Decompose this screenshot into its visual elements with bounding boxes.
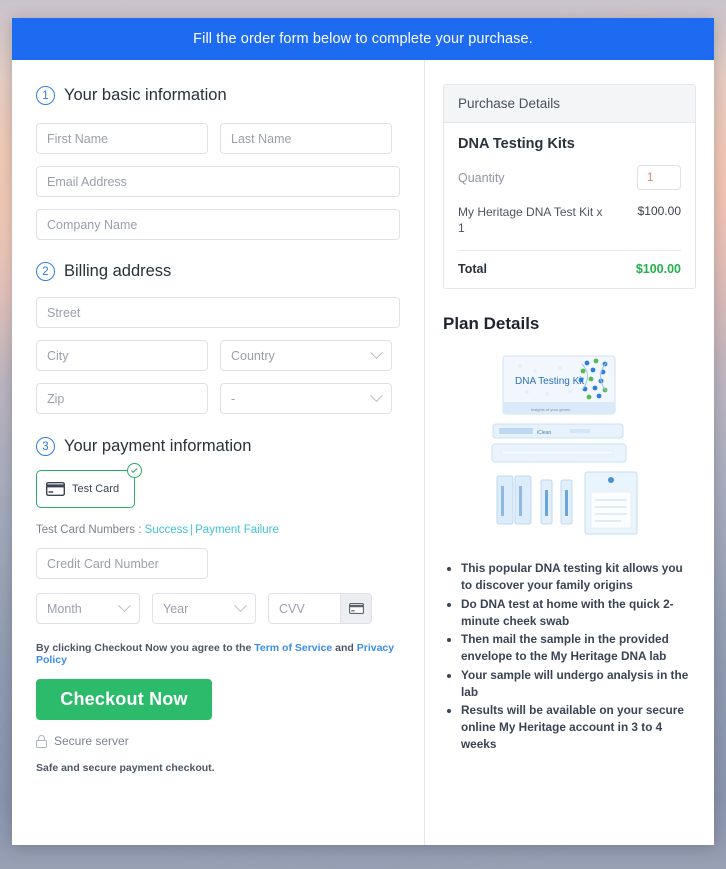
purchase-details-header: Purchase Details bbox=[444, 85, 695, 123]
secure-server-label: Secure server bbox=[54, 734, 129, 748]
safe-payment-note: Safe and secure payment checkout. bbox=[36, 762, 215, 774]
product-image-subcaption: Insights of your genes bbox=[531, 407, 570, 412]
checkout-now-button[interactable]: Checkout Now bbox=[36, 679, 212, 720]
expiry-month-value: Month bbox=[47, 601, 82, 616]
check-circle-icon bbox=[127, 463, 142, 478]
payment-method-label: Test Card bbox=[72, 483, 120, 495]
svg-text:iClean: iClean bbox=[537, 430, 551, 436]
divider bbox=[458, 250, 681, 252]
list-item: This popular DNA testing kit allows you … bbox=[461, 560, 696, 594]
quantity-row: Quantity 1 bbox=[458, 165, 681, 190]
credit-card-number-input[interactable]: Credit Card Number bbox=[36, 548, 208, 579]
cvv-input[interactable]: CVV bbox=[269, 594, 340, 623]
step-number-1: 1 bbox=[36, 86, 55, 105]
summary-column: Purchase Details DNA Testing Kits Quanti… bbox=[424, 60, 714, 845]
section-basic-information-header: 1 Your basic information bbox=[36, 86, 400, 105]
email-address-input[interactable]: Email Address bbox=[36, 166, 400, 197]
chevron-down-icon bbox=[118, 599, 131, 613]
chevron-down-icon bbox=[370, 346, 383, 360]
product-title: DNA Testing Kits bbox=[458, 136, 575, 152]
zip-input[interactable]: Zip bbox=[36, 383, 208, 414]
total-label: Total bbox=[458, 262, 487, 277]
lock-icon bbox=[36, 734, 47, 748]
expiry-year-value: Year bbox=[163, 601, 189, 616]
cvv-field-group: CVV bbox=[268, 593, 372, 624]
last-name-input[interactable]: Last Name bbox=[220, 123, 392, 154]
list-item: Results will be available on your secure… bbox=[461, 702, 696, 752]
terms-of-service-link[interactable]: Term of Service bbox=[254, 642, 332, 654]
company-name-input[interactable]: Company Name bbox=[36, 209, 400, 240]
list-item: Then mail the sample in the provided env… bbox=[461, 631, 696, 665]
test-card-numbers-label: Test Card Numbers : bbox=[36, 524, 145, 536]
section-billing-address-title: Billing address bbox=[64, 262, 172, 280]
line-item-price: $100.00 bbox=[637, 204, 681, 218]
payment-method-group: Test Card bbox=[36, 463, 142, 508]
state-select[interactable]: - bbox=[220, 383, 392, 414]
first-name-input[interactable]: First Name bbox=[36, 123, 208, 154]
dna-testing-kit-image: DNA Testing Kit Insights of your genes i… bbox=[491, 355, 637, 535]
street-input[interactable]: Street bbox=[36, 297, 400, 328]
checkout-columns: 1 Your basic information First Name Last… bbox=[12, 60, 714, 845]
payment-method-test-card[interactable]: Test Card bbox=[36, 470, 135, 508]
total-value: $100.00 bbox=[635, 262, 681, 277]
order-line-item: My Heritage DNA Test Kit x 1 $100.00 bbox=[458, 204, 681, 236]
purchase-details-panel: Purchase Details DNA Testing Kits Quanti… bbox=[443, 84, 696, 290]
plan-details-title: Plan Details bbox=[443, 314, 540, 334]
product-image-caption: DNA Testing Kit bbox=[515, 376, 585, 387]
link-separator: | bbox=[190, 524, 194, 536]
section-billing-address-header: 2 Billing address bbox=[36, 262, 400, 281]
test-card-numbers-row: Test Card Numbers : Success | Payment Fail… bbox=[36, 524, 400, 536]
lock-body bbox=[36, 739, 47, 748]
terms-middle: and bbox=[332, 642, 357, 654]
check-mark bbox=[130, 466, 137, 473]
country-select[interactable]: Country bbox=[220, 340, 392, 371]
test-card-failure-link[interactable]: Payment Failure bbox=[195, 524, 279, 536]
country-select-value: Country bbox=[231, 348, 275, 363]
card-expiry-cvv-row: Month Year CVV bbox=[36, 593, 400, 624]
banner-text: Fill the order form below to complete yo… bbox=[193, 31, 533, 47]
state-select-value: - bbox=[231, 391, 236, 406]
purchase-details-body: DNA Testing Kits Quantity 1 My Heritage … bbox=[444, 123, 695, 288]
name-fields-row: First Name Last Name bbox=[36, 123, 400, 154]
cvv-help-button[interactable] bbox=[340, 594, 371, 623]
chevron-down-icon bbox=[370, 389, 383, 403]
credit-card-icon bbox=[46, 482, 65, 496]
section-basic-information-title: Your basic information bbox=[64, 86, 227, 104]
expiry-month-select[interactable]: Month bbox=[36, 593, 140, 624]
plan-feature-list: This popular DNA testing kit allows you … bbox=[443, 560, 696, 752]
terms-prefix: By clicking Checkout Now you agree to th… bbox=[36, 642, 255, 654]
total-row: Total $100.00 bbox=[458, 262, 681, 276]
city-country-row: City Country bbox=[36, 340, 400, 371]
section-payment-information-header: 3 Your payment information bbox=[36, 437, 400, 456]
terms-agreement-text: By clicking Checkout Now you agree to th… bbox=[36, 642, 400, 666]
secure-server-note: Secure server bbox=[36, 734, 400, 748]
checkout-card: Fill the order form below to complete yo… bbox=[12, 18, 714, 845]
expiry-year-select[interactable]: Year bbox=[152, 593, 256, 624]
product-image: DNA Testing Kit Insights of your genes i… bbox=[443, 346, 696, 546]
credit-card-icon bbox=[348, 603, 364, 614]
step-number-3: 3 bbox=[36, 437, 55, 456]
order-form-column: 1 Your basic information First Name Last… bbox=[12, 60, 424, 845]
zip-state-row: Zip - bbox=[36, 383, 400, 414]
city-input[interactable]: City bbox=[36, 340, 208, 371]
quantity-input[interactable]: 1 bbox=[637, 165, 681, 190]
list-item: Your sample will undergo analysis in the… bbox=[461, 667, 696, 701]
line-item-name: My Heritage DNA Test Kit x 1 bbox=[458, 205, 603, 236]
chevron-down-icon bbox=[234, 599, 247, 613]
step-number-2: 2 bbox=[36, 262, 55, 281]
page-banner: Fill the order form below to complete yo… bbox=[12, 18, 714, 60]
quantity-label: Quantity bbox=[458, 170, 505, 185]
list-item: Do DNA test at home with the quick 2-min… bbox=[461, 596, 696, 630]
test-card-success-link[interactable]: Success bbox=[145, 524, 188, 536]
section-payment-information-title: Your payment information bbox=[64, 437, 252, 455]
